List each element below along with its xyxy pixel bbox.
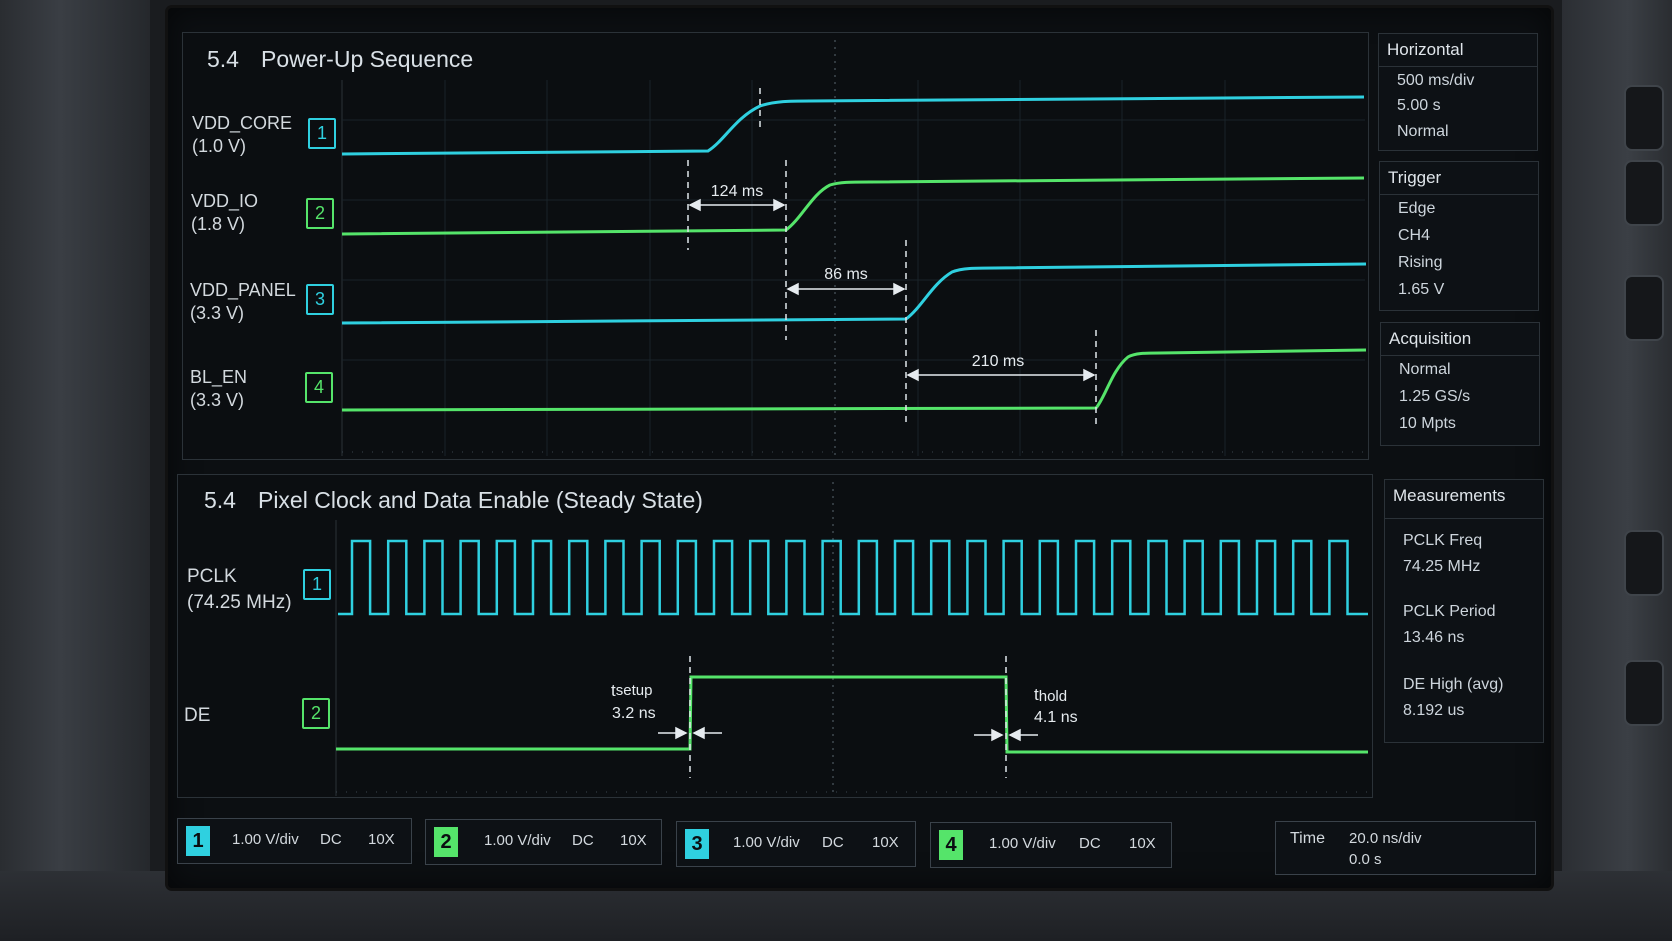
channel-1-settings[interactable]: 1 1.00 V/div DC 10X	[177, 818, 412, 864]
pixel-clock-waveforms: tsetup 3.2 ns thold 4.1 ns	[335, 482, 1368, 796]
trace-de	[336, 675, 1368, 754]
timebase-scale: 20.0 ns/div	[1349, 830, 1422, 847]
channel-3-chip: 3	[685, 829, 709, 859]
channel-3-coupling: DC	[822, 834, 844, 851]
channel-2-probe: 10X	[620, 832, 647, 849]
trace-pclk	[338, 539, 1368, 616]
channel-3-settings[interactable]: 3 1.00 V/div DC 10X	[676, 821, 916, 867]
channel-1-coupling: DC	[320, 831, 342, 848]
channel-1-scale: 1.00 V/div	[232, 831, 299, 848]
channel-1-chip: 1	[186, 826, 210, 856]
channel-4-probe: 10X	[1129, 835, 1156, 852]
pclk-trace-path	[338, 539, 1368, 616]
channel-4-scale: 1.00 V/div	[989, 835, 1056, 852]
channel-2-scale: 1.00 V/div	[484, 832, 551, 849]
channel-2-chip: 2	[434, 827, 458, 857]
hold-label: thold	[1034, 685, 1067, 705]
channel-2-settings[interactable]: 2 1.00 V/div DC 10X	[425, 819, 662, 865]
setup-label: tsetup	[611, 681, 652, 700]
channel-4-coupling: DC	[1079, 835, 1101, 852]
setup-value: 3.2 ns	[612, 705, 656, 722]
hold-value: 4.1 ns	[1034, 709, 1078, 726]
channel-4-settings[interactable]: 4 1.00 V/div DC 10X	[930, 822, 1172, 868]
channel-3-scale: 1.00 V/div	[733, 834, 800, 851]
channel-3-probe: 10X	[872, 834, 899, 851]
timebase-offset: 0.0 s	[1349, 851, 1382, 868]
channel-4-chip: 4	[939, 830, 963, 860]
channel-1-probe: 10X	[368, 831, 395, 848]
timebase-label: Time	[1290, 830, 1325, 847]
channel-2-coupling: DC	[572, 832, 594, 849]
timebase-settings[interactable]: Time 20.0 ns/div 0.0 s	[1275, 821, 1536, 875]
